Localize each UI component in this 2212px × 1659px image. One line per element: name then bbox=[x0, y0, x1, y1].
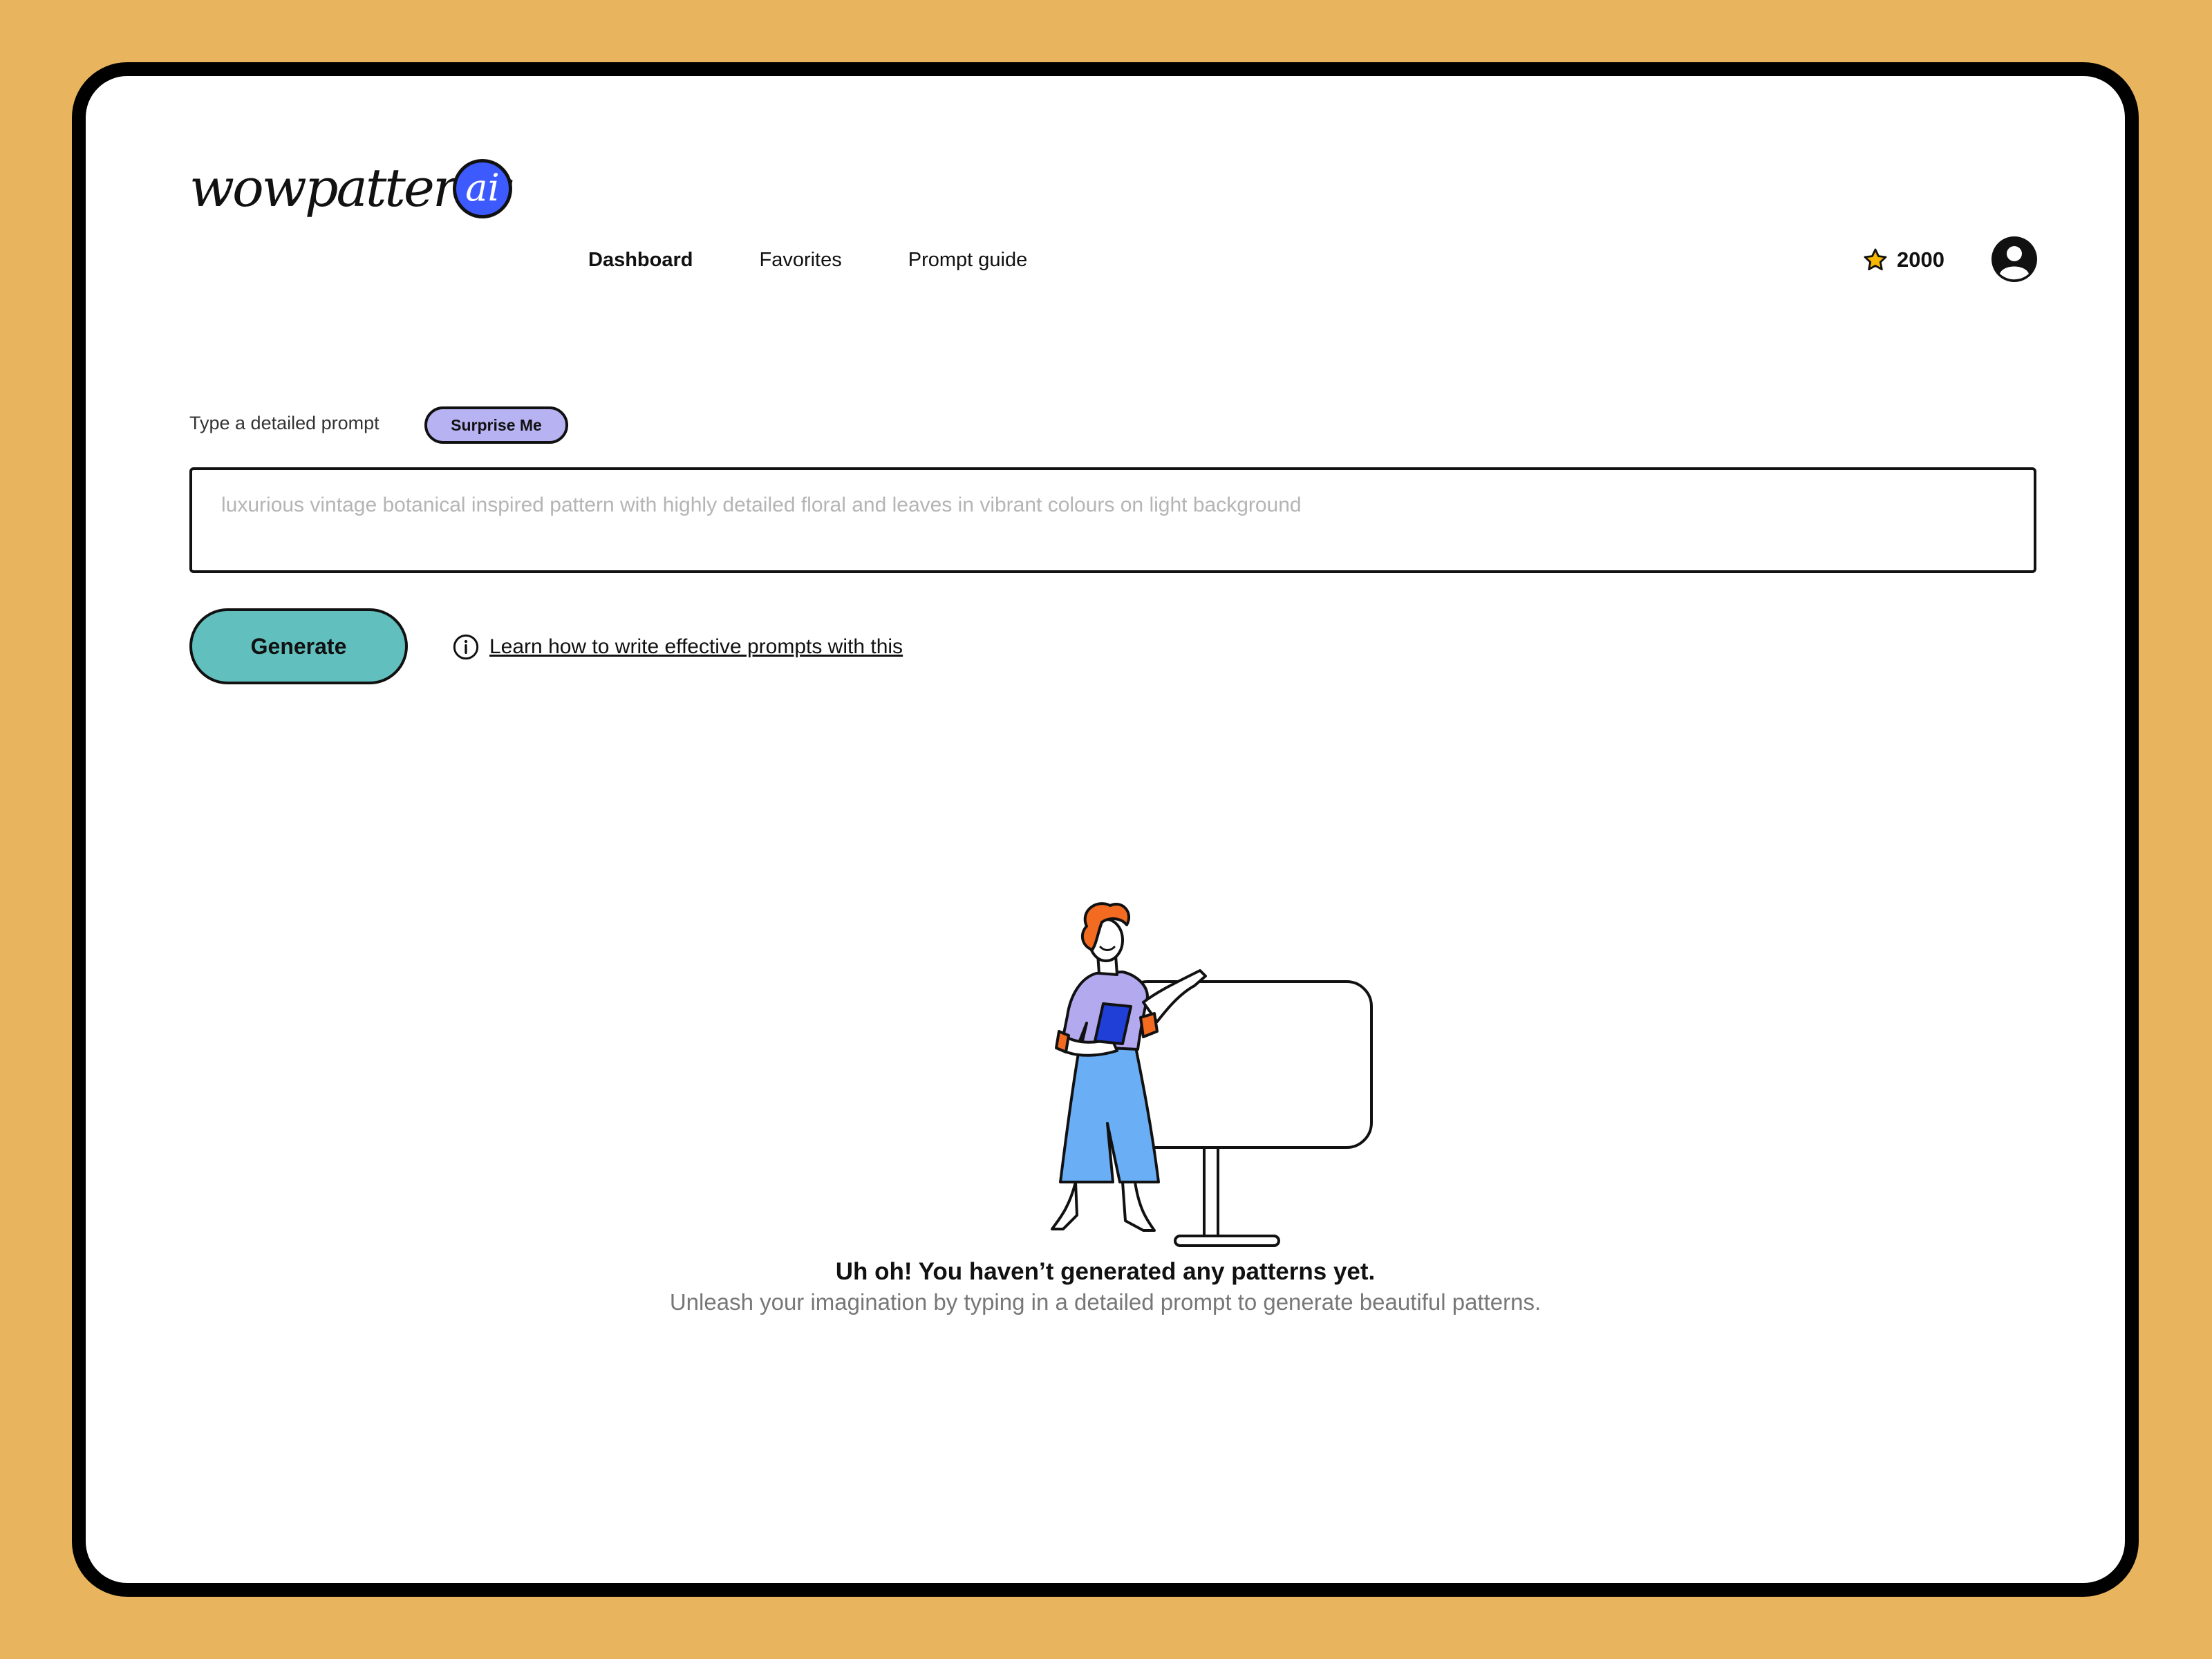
brand-logo[interactable]: wowpatterns ai bbox=[189, 156, 514, 232]
empty-state-subtitle: Unleash your imagination by typing in a … bbox=[669, 1289, 1541, 1315]
credits-count: 2000 bbox=[1897, 247, 1944, 272]
surprise-me-button[interactable]: Surprise Me bbox=[424, 406, 568, 444]
nav-item-dashboard[interactable]: Dashboard bbox=[588, 249, 693, 272]
prompt-guide-link[interactable]: Learn how to write effective prompts wit… bbox=[489, 635, 903, 659]
generate-button[interactable]: Generate bbox=[189, 608, 408, 684]
star-icon bbox=[1864, 248, 1887, 271]
main-nav: Dashboard Favorites Prompt guide bbox=[588, 249, 1027, 272]
empty-state-illustration bbox=[1051, 902, 1373, 1247]
prompt-label: Type a detailed prompt bbox=[189, 413, 379, 433]
brand-ai-badge: ai bbox=[453, 159, 512, 218]
credits-balance[interactable]: 2000 bbox=[1862, 247, 1944, 273]
user-avatar-icon[interactable] bbox=[1990, 235, 2038, 283]
nav-item-favorites[interactable]: Favorites bbox=[759, 249, 841, 272]
nav-item-prompt-guide[interactable]: Prompt guide bbox=[908, 249, 1028, 272]
device-frame: wowpatterns ai Dashboard Favorites Promp… bbox=[72, 62, 2139, 1597]
info-icon bbox=[453, 634, 479, 660]
app-screen: wowpatterns ai Dashboard Favorites Promp… bbox=[86, 76, 2125, 1583]
prompt-input[interactable] bbox=[189, 467, 2036, 573]
empty-state-title: Uh oh! You haven’t generated any pattern… bbox=[835, 1258, 1376, 1285]
prompt-help: Learn how to write effective prompts wit… bbox=[452, 633, 903, 661]
